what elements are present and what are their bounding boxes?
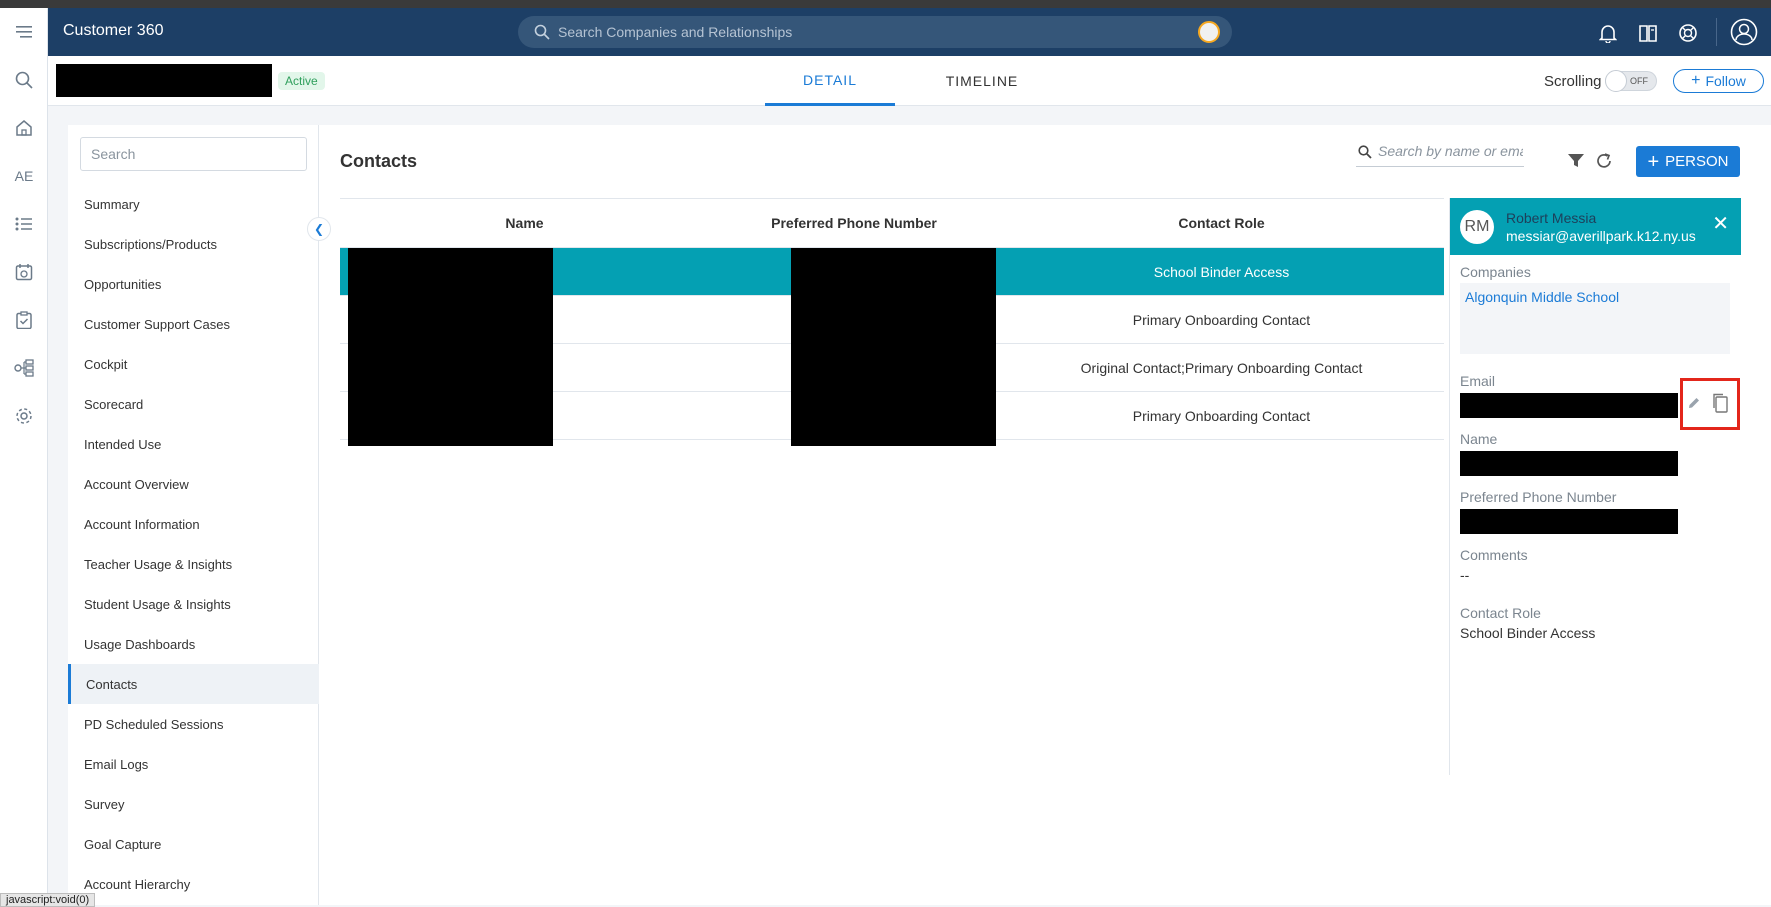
sidebar-item-survey[interactable]: Survey — [68, 784, 319, 824]
sidebar-item-account-overview[interactable]: Account Overview — [68, 464, 319, 504]
close-icon[interactable]: ✕ — [1712, 214, 1729, 234]
company-link[interactable]: Algonquin Middle School — [1465, 289, 1619, 305]
bell-icon[interactable] — [1597, 22, 1619, 44]
avatar: RM — [1460, 210, 1494, 244]
search-icon — [1358, 145, 1372, 159]
column-header-name[interactable]: Name — [340, 199, 709, 247]
plus-icon: + — [1691, 72, 1701, 89]
tab-timeline[interactable]: TIMELINE — [917, 56, 1047, 106]
global-search-input[interactable] — [558, 16, 1158, 48]
ae-icon[interactable]: AE — [10, 162, 38, 190]
global-search[interactable] — [518, 16, 1232, 48]
sidebar-item-pd-sessions[interactable]: PD Scheduled Sessions — [68, 704, 319, 744]
collapse-sidebar-button[interactable]: ❮ — [307, 217, 331, 241]
contacts-table: Name Preferred Phone Number Contact Role… — [340, 198, 1444, 446]
contact-search[interactable] — [1356, 137, 1524, 167]
calendar-icon[interactable] — [10, 258, 38, 286]
sidebar-item-goal-capture[interactable]: Goal Capture — [68, 824, 319, 864]
column-header-role[interactable]: Contact Role — [999, 199, 1444, 247]
sidebar-item-summary[interactable]: Summary — [68, 184, 319, 224]
sidebar-item-student-usage[interactable]: Student Usage & Insights — [68, 584, 319, 624]
page-title: Contacts — [340, 151, 418, 171]
scrolling-toggle[interactable]: OFF — [1605, 70, 1657, 92]
contact-name: Robert Messia — [1506, 210, 1597, 226]
contact-role-cell: Primary Onboarding Contact — [1132, 408, 1311, 424]
contact-detail-panel: RM Robert Messia messiar@averillpark.k12… — [1449, 198, 1741, 775]
add-person-button[interactable]: + PERSON — [1636, 146, 1740, 177]
sidebar-search[interactable] — [80, 137, 307, 171]
redacted-company-name — [56, 64, 272, 97]
contact-role-value: School Binder Access — [1460, 625, 1596, 641]
help-globe-icon[interactable] — [1677, 22, 1699, 44]
comments-label: Comments — [1460, 547, 1528, 563]
sidebar-item-support-cases[interactable]: Customer Support Cases — [68, 304, 319, 344]
plus-icon: + — [1647, 150, 1660, 173]
sidebar-item-cockpit[interactable]: Cockpit — [68, 344, 319, 384]
sidebar-item-teacher-usage[interactable]: Teacher Usage & Insights — [68, 544, 319, 584]
top-strip — [0, 0, 1771, 8]
chevron-left-icon: ❮ — [313, 222, 325, 236]
toggle-knob — [1605, 70, 1627, 92]
user-avatar-icon[interactable] — [1198, 21, 1220, 43]
contact-detail-header: RM Robert Messia messiar@averillpark.k12… — [1450, 198, 1741, 255]
sidebar-search-input[interactable] — [81, 138, 306, 170]
column-header-phone[interactable]: Preferred Phone Number — [709, 199, 999, 247]
menu-icon[interactable] — [0, 8, 48, 56]
search-icon — [534, 24, 550, 40]
follow-label: Follow — [1705, 73, 1746, 89]
toggle-state-label: OFF — [1630, 76, 1648, 86]
sidebar-item-contacts[interactable]: Contacts — [68, 664, 319, 704]
follow-button[interactable]: + Follow — [1673, 69, 1764, 93]
top-bar: Customer 360 — [48, 8, 1771, 56]
name-label: Name — [1460, 431, 1498, 447]
phone-label: Preferred Phone Number — [1460, 489, 1617, 505]
contact-role-cell: School Binder Access — [1153, 264, 1290, 280]
list-icon[interactable] — [10, 210, 38, 238]
companies-label: Companies — [1460, 264, 1531, 280]
hierarchy-icon[interactable] — [10, 354, 38, 382]
contact-role-cell: Original Contact;Primary Onboarding Cont… — [1080, 360, 1363, 376]
sidebar-item-account-information[interactable]: Account Information — [68, 504, 319, 544]
tab-detail[interactable]: DETAIL — [765, 56, 895, 106]
comments-value: -- — [1460, 567, 1470, 583]
main-panel: Summary Subscriptions/Products Opportuni… — [68, 125, 1771, 905]
sidebar-item-account-hierarchy[interactable]: Account Hierarchy — [68, 864, 319, 904]
sidebar-nav: Summary Subscriptions/Products Opportuni… — [68, 125, 319, 905]
table-header: Name Preferred Phone Number Contact Role — [340, 198, 1444, 248]
refresh-icon[interactable] — [1595, 152, 1613, 175]
contact-role-cell: Primary Onboarding Contact — [1132, 312, 1311, 328]
sidebar-item-email-logs[interactable]: Email Logs — [68, 744, 319, 784]
redacted-names — [348, 248, 553, 446]
sidebar-item-subscriptions[interactable]: Subscriptions/Products — [68, 224, 319, 264]
redacted-phone — [1460, 509, 1678, 534]
redacted-phones — [791, 248, 996, 446]
sidebar-item-intended-use[interactable]: Intended Use — [68, 424, 319, 464]
email-label: Email — [1460, 373, 1496, 389]
companies-box: Algonquin Middle School — [1460, 283, 1730, 354]
profile-icon[interactable] — [1730, 18, 1758, 46]
contact-search-input[interactable] — [1378, 137, 1523, 165]
sidebar-item-scorecard[interactable]: Scorecard — [68, 384, 319, 424]
status-badge: Active — [278, 72, 325, 90]
highlight-box — [1680, 378, 1740, 430]
divider — [1716, 18, 1717, 46]
left-rail: AE — [0, 8, 48, 905]
filter-icon[interactable] — [1568, 154, 1584, 173]
ae-label: AE — [14, 168, 34, 184]
book-icon[interactable] — [1637, 22, 1659, 44]
add-person-label: PERSON — [1665, 153, 1729, 170]
home-icon[interactable] — [10, 114, 38, 142]
gear-icon[interactable] — [10, 402, 38, 430]
clipboard-check-icon[interactable] — [10, 306, 38, 334]
redacted-email — [1460, 393, 1678, 418]
contact-email: messiar@averillpark.k12.ny.us — [1506, 228, 1696, 244]
sidebar-item-opportunities[interactable]: Opportunities — [68, 264, 319, 304]
sidebar-item-usage-dashboards[interactable]: Usage Dashboards — [68, 624, 319, 664]
search-icon[interactable] — [10, 66, 38, 94]
redacted-name — [1460, 451, 1678, 476]
company-header: Active DETAIL TIMELINE Scrolling OFF + F… — [48, 56, 1771, 106]
scrolling-label: Scrolling — [1544, 73, 1602, 90]
app-title: Customer 360 — [63, 22, 164, 39]
contact-role-label: Contact Role — [1460, 605, 1541, 621]
